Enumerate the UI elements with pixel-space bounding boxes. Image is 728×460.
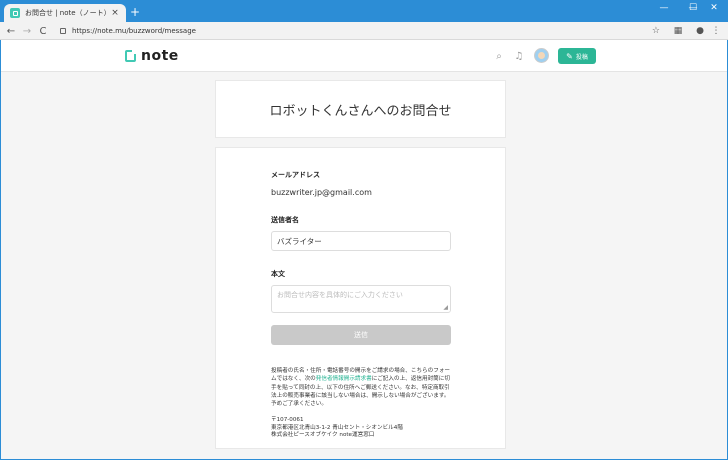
lock-icon bbox=[60, 28, 66, 34]
note-logo[interactable]: note bbox=[125, 48, 179, 64]
reload-icon[interactable]: C bbox=[36, 24, 50, 38]
title-card: ロボットくんさんへのお問合せ bbox=[215, 80, 506, 138]
body-label: 本文 bbox=[271, 270, 285, 278]
submit-button[interactable]: 送信 bbox=[271, 325, 451, 345]
disclosure-request-link[interactable]: 発信者情報開示請求書 bbox=[316, 376, 372, 382]
extension-icon[interactable]: ▦ bbox=[672, 25, 684, 37]
page-title: ロボットくんさんへのお問合せ bbox=[269, 103, 452, 119]
menu-icon[interactable]: ⋮ bbox=[710, 25, 722, 37]
post-button[interactable]: ✎ 投稿 bbox=[558, 48, 596, 64]
close-window-button[interactable]: ✕ bbox=[700, 0, 728, 16]
back-icon[interactable]: ← bbox=[4, 24, 18, 38]
note-logo-icon bbox=[125, 50, 136, 62]
body-textarea[interactable]: お問合せ内容を具体的にご入力ください ◢ bbox=[271, 285, 451, 313]
note-favicon-icon bbox=[10, 8, 20, 18]
minimize-window-button[interactable]: — bbox=[650, 0, 678, 16]
email-label: メールアドレス bbox=[271, 171, 320, 179]
url-text: https://note.mu/buzzword/message bbox=[72, 27, 196, 35]
search-icon[interactable]: ⌕ bbox=[492, 49, 506, 63]
address-line: 〒107-0061 bbox=[271, 417, 304, 424]
sender-label: 送信者名 bbox=[271, 216, 299, 224]
postal-address: 〒107-0061 東京都港区北青山3-1-2 青山セント・シオンビル4階 株式… bbox=[271, 417, 450, 440]
forward-icon[interactable]: → bbox=[20, 24, 34, 38]
tab-title: お問合せ | note（ノート） bbox=[25, 9, 110, 17]
post-button-label: 投稿 bbox=[575, 53, 588, 61]
disclosure-notice: 投稿者の氏名・住所・電話番号の開示をご請求の場合、こちらのフォームではなく、次の… bbox=[271, 367, 453, 408]
avatar[interactable] bbox=[534, 48, 549, 63]
sender-name-input[interactable]: バズライター bbox=[271, 231, 451, 251]
profile-icon[interactable]: ● bbox=[694, 25, 706, 37]
tab-close-icon[interactable]: × bbox=[110, 8, 120, 18]
resize-grip-icon[interactable]: ◢ bbox=[443, 304, 448, 311]
email-value: buzzwriter.jp@gmail.com bbox=[271, 188, 372, 197]
body-placeholder: お問合せ内容を具体的にご入力ください bbox=[277, 291, 403, 299]
browser-toolbar: ← → C https://note.mu/buzzword/message ☆… bbox=[0, 22, 728, 40]
browser-tab[interactable]: お問合せ | note（ノート） × bbox=[4, 4, 126, 22]
address-bar[interactable]: https://note.mu/buzzword/message ☆ bbox=[56, 24, 666, 38]
new-tab-button[interactable]: + bbox=[130, 5, 140, 19]
address-line: 株式会社ピースオブケイク note運営窓口 bbox=[271, 432, 375, 439]
page-viewport: note ⌕ ♫ ✎ 投稿 ロボットくんさんへのお問合せ メールアドレス buz… bbox=[1, 40, 727, 459]
message-form: メールアドレス buzzwriter.jp@gmail.com 送信者名 バズラ… bbox=[215, 147, 506, 449]
bell-icon[interactable]: ♫ bbox=[512, 49, 526, 63]
bookmark-star-icon[interactable]: ☆ bbox=[652, 26, 660, 36]
tab-strip: お問合せ | note（ノート） × + — — ☐ ✕ bbox=[0, 0, 728, 22]
site-header: note ⌕ ♫ ✎ 投稿 bbox=[1, 40, 727, 72]
logo-text: note bbox=[141, 48, 179, 64]
pencil-icon: ✎ bbox=[566, 51, 573, 61]
